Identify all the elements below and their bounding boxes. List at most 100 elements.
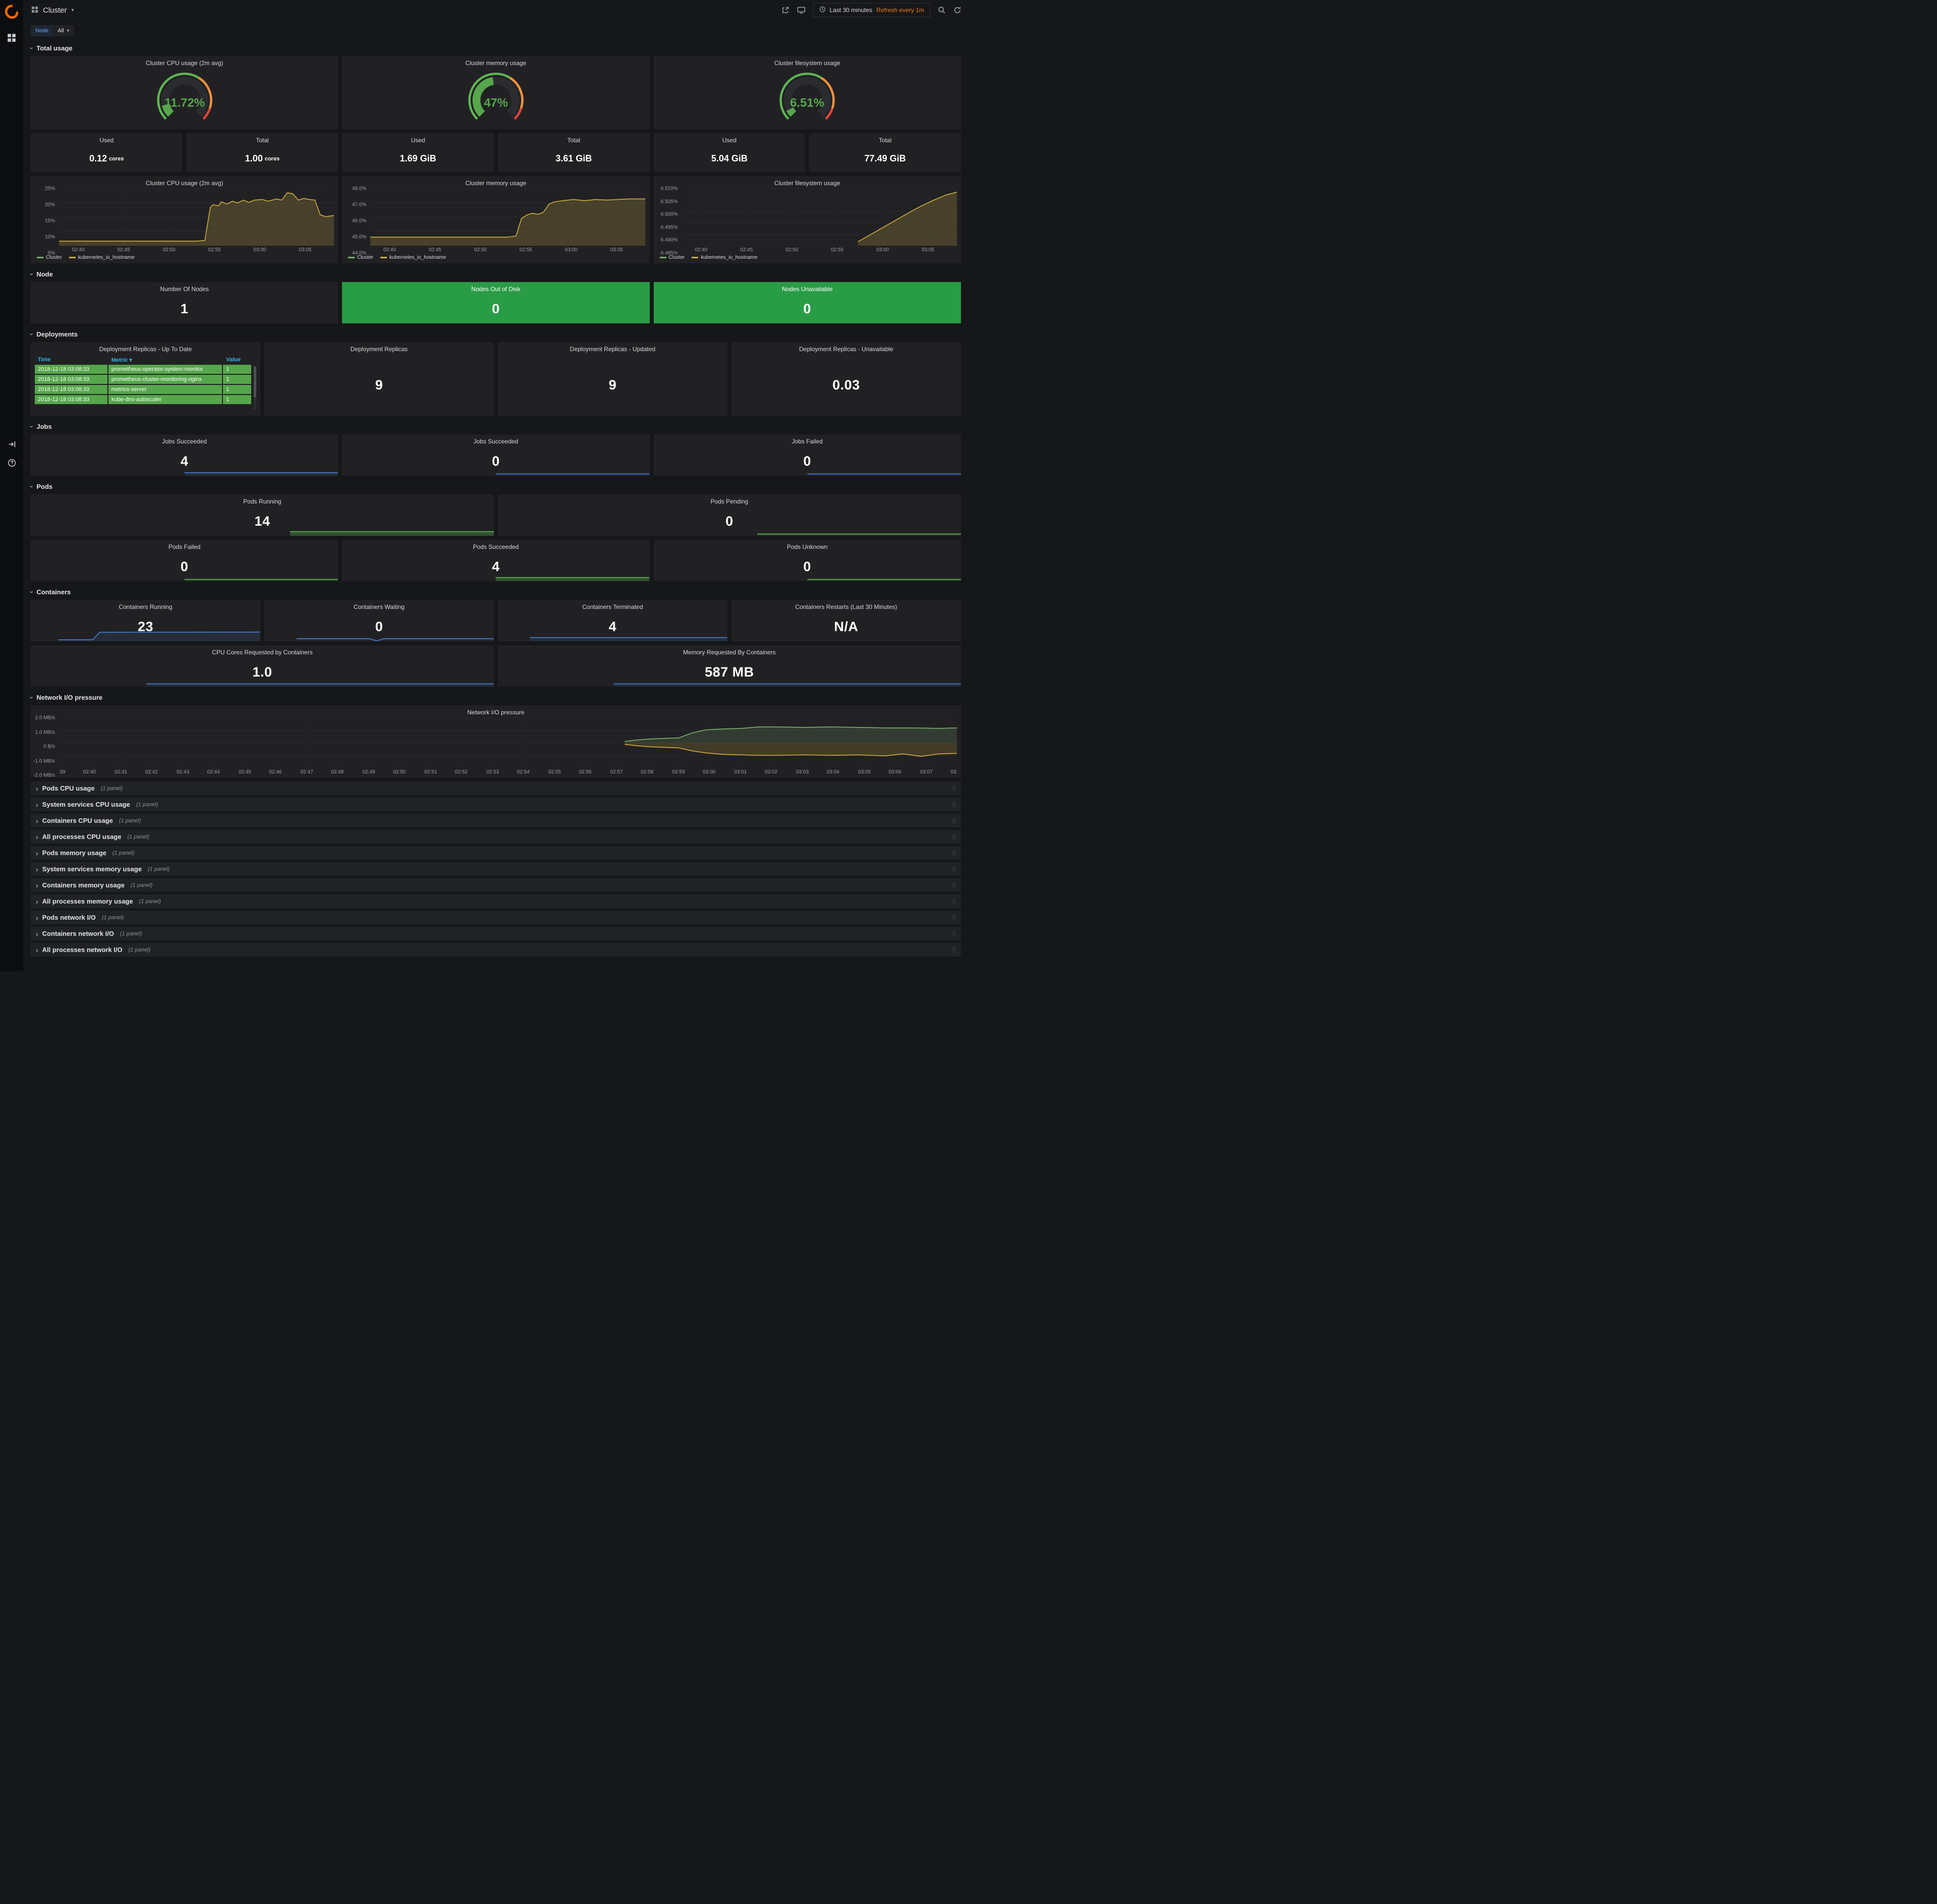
share-icon[interactable] (781, 6, 789, 14)
table-header-time[interactable]: Time (35, 355, 108, 365)
collapsed-row[interactable]: ›All processes network I/O(1 panel)⣿ (31, 943, 961, 957)
panel-title[interactable]: Deployment Replicas - Updated (498, 342, 727, 353)
legend-item[interactable]: kubernetes_io_hostname (692, 255, 757, 260)
drag-handle-icon[interactable]: ⣿ (952, 946, 956, 953)
grafana-logo-icon[interactable] (4, 4, 19, 19)
tv-mode-icon[interactable] (797, 6, 806, 14)
panel-title[interactable]: Pods Failed (31, 540, 338, 550)
drag-handle-icon[interactable]: ⣿ (952, 817, 956, 824)
graph-plot[interactable] (59, 718, 957, 768)
panel-title[interactable]: Pods Succeeded (342, 540, 649, 550)
navbar: Cluster ▾ Last 30 minutes Refresh every … (23, 0, 968, 20)
panel-title[interactable]: Containers Restarts (Last 30 Minutes) (731, 600, 961, 610)
collapsed-row[interactable]: ›All processes memory usage(1 panel)⣿ (31, 894, 961, 908)
panel-title[interactable]: Containers Terminated (498, 600, 727, 610)
panel-memory-total: Total 3.61 GiB (498, 133, 650, 172)
collapsed-row[interactable]: ›Pods memory usage(1 panel)⣿ (31, 846, 961, 860)
graph-plot[interactable] (682, 189, 957, 246)
panel-title[interactable]: Containers Waiting (264, 600, 494, 610)
search-icon[interactable] (938, 6, 946, 14)
help-icon[interactable] (8, 459, 16, 467)
sign-in-icon[interactable] (8, 440, 16, 449)
collapsed-row[interactable]: ›Pods CPU usage(1 panel)⣿ (31, 781, 961, 795)
panel-title[interactable]: Total (809, 133, 961, 144)
panel-title[interactable]: Total (187, 133, 338, 144)
drag-handle-icon[interactable]: ⣿ (952, 882, 956, 888)
collapsed-row[interactable]: ›Containers CPU usage(1 panel)⣿ (31, 814, 961, 827)
deployments-table: TimeMetric ▾Value2018-12-18 03:08:33prom… (35, 355, 251, 413)
dashboards-grid-icon[interactable] (7, 33, 16, 42)
legend-swatch-icon (69, 257, 76, 258)
panel-title[interactable]: CPU Cores Requested by Containers (31, 645, 494, 656)
panel-title[interactable]: Deployment Replicas (264, 342, 494, 353)
panel-title[interactable]: Containers Running (31, 600, 260, 610)
panel-title[interactable]: Network I/O pressure (31, 705, 961, 716)
drag-handle-icon[interactable]: ⣿ (952, 850, 956, 856)
dashboard-title-button[interactable]: Cluster ▾ (31, 6, 74, 15)
panel-title[interactable]: Cluster memory usage (342, 176, 649, 187)
collapsed-row[interactable]: ›System services memory usage(1 panel)⣿ (31, 862, 961, 876)
section-header-jobs[interactable]: › Jobs (31, 420, 961, 433)
refresh-icon[interactable] (953, 6, 961, 14)
panel-title[interactable]: Nodes Unavailable (654, 282, 961, 293)
drag-handle-icon[interactable]: ⣿ (952, 785, 956, 792)
collapsed-row[interactable]: ›Pods network I/O(1 panel)⣿ (31, 911, 961, 924)
panel-title[interactable]: Cluster CPU usage (2m avg) (31, 176, 338, 187)
panel-title[interactable]: Pods Running (31, 494, 494, 505)
graph-plot[interactable] (59, 189, 334, 246)
sidebar (0, 0, 23, 971)
collapsed-row[interactable]: ›Containers memory usage(1 panel)⣿ (31, 878, 961, 892)
panel-title[interactable]: Cluster filesystem usage (654, 56, 961, 67)
panel-title[interactable]: Used (654, 133, 806, 144)
panel-pods-unknown: Pods Unknown 0 (654, 540, 961, 581)
panel-title[interactable]: Number Of Nodes (31, 282, 338, 293)
drag-handle-icon[interactable]: ⣿ (952, 898, 956, 905)
panel-title[interactable]: Jobs Failed (654, 434, 961, 445)
collapsed-row[interactable]: ›All processes CPU usage(1 panel)⣿ (31, 830, 961, 844)
table-scrollbar[interactable] (254, 366, 256, 410)
table-header-value[interactable]: Value (223, 355, 251, 365)
legend-item[interactable]: kubernetes_io_hostname (380, 255, 446, 260)
drag-handle-icon[interactable]: ⣿ (952, 833, 956, 840)
panel-title[interactable]: Jobs Succeeded (31, 434, 338, 445)
panel-title[interactable]: Deployment Replicas - Unavailable (731, 342, 961, 353)
section-header-network[interactable]: › Network I/O pressure (31, 691, 961, 704)
panel-title[interactable]: Cluster CPU usage (2m avg) (31, 56, 338, 67)
section-header-containers[interactable]: › Containers (31, 585, 961, 598)
panel-title[interactable]: Pods Unknown (654, 540, 961, 550)
section-header-total-usage[interactable]: › Total usage (31, 41, 961, 54)
drag-handle-icon[interactable]: ⣿ (952, 914, 956, 921)
drag-handle-icon[interactable]: ⣿ (952, 866, 956, 872)
section-header-node[interactable]: › Node (31, 267, 961, 281)
variable-label: Node (31, 25, 53, 36)
panel-filesystem-used: Used 5.04 GiB (654, 133, 806, 172)
panel-title[interactable]: Total (498, 133, 650, 144)
table-header-metric[interactable]: Metric ▾ (108, 355, 223, 365)
drag-handle-icon[interactable]: ⣿ (952, 930, 956, 937)
caret-down-icon: ▾ (67, 28, 70, 34)
variable-node-dropdown[interactable]: Node All ▾ (31, 25, 74, 36)
panel-title[interactable]: Deployment Replicas - Up To Date (31, 342, 260, 353)
time-range-label: Last 30 minutes (830, 7, 873, 14)
time-picker[interactable]: Last 30 minutes Refresh every 1m (813, 3, 930, 17)
panel-title[interactable]: Cluster memory usage (342, 56, 649, 67)
collapsed-row[interactable]: ›Containers network I/O(1 panel)⣿ (31, 927, 961, 940)
section-header-deployments[interactable]: › Deployments (31, 327, 961, 341)
panel-title[interactable]: Memory Requested By Containers (498, 645, 961, 656)
panel-title[interactable]: Used (31, 133, 183, 144)
panel-title[interactable]: Nodes Out of Disk (342, 282, 649, 293)
panel-title[interactable]: Pods Pending (498, 494, 961, 505)
chevron-right-icon: › (36, 930, 38, 937)
panel-title[interactable]: Used (342, 133, 494, 144)
legend-swatch-icon (37, 257, 43, 258)
section-header-pods[interactable]: › Pods (31, 480, 961, 493)
drag-handle-icon[interactable]: ⣿ (952, 801, 956, 808)
collapsed-row[interactable]: ›System services CPU usage(1 panel)⣿ (31, 798, 961, 811)
gauge-memory: 47% (342, 68, 649, 128)
legend-item[interactable]: kubernetes_io_hostname (69, 255, 135, 260)
graph-filesystem: 6.510%6.505%6.500%6.495%6.490%6.485%02:4… (658, 189, 957, 261)
panel-title[interactable]: Cluster filesystem usage (654, 176, 961, 187)
panel-title[interactable]: Jobs Succeeded (342, 434, 649, 445)
svg-text:11.72%: 11.72% (164, 96, 205, 109)
graph-plot[interactable] (370, 189, 645, 246)
